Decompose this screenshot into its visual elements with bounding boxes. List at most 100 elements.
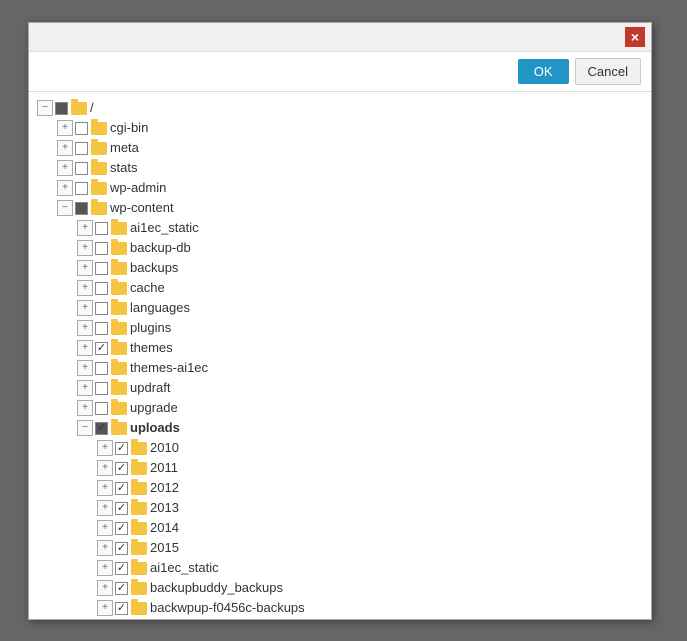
expander-languages[interactable] — [77, 300, 93, 316]
expander-ai1ec_static[interactable] — [77, 220, 93, 236]
folder-icon-root — [71, 102, 87, 115]
tree-row-cgi-bin[interactable]: cgi-bin — [33, 118, 647, 138]
label-wp-content: wp-content — [110, 199, 174, 217]
label-cgi-bin: cgi-bin — [110, 119, 148, 137]
checkbox-uploads[interactable] — [95, 422, 108, 435]
expander-2012[interactable] — [97, 480, 113, 496]
checkbox-wp-content[interactable] — [75, 202, 88, 215]
label-cache: cache — [130, 279, 165, 297]
label-stats: stats — [110, 159, 137, 177]
checkbox-stats[interactable] — [75, 162, 88, 175]
tree-row-wp-admin[interactable]: wp-admin — [33, 178, 647, 198]
tree-row-updraft[interactable]: updraft — [33, 378, 647, 398]
expander-meta[interactable] — [57, 140, 73, 156]
expander-2013[interactable] — [97, 500, 113, 516]
tree-row-2014[interactable]: 2014 — [33, 518, 647, 538]
expander-backups[interactable] — [77, 260, 93, 276]
checkbox-cache[interactable] — [95, 282, 108, 295]
label-plugins: plugins — [130, 319, 171, 337]
tree-row-2011[interactable]: 2011 — [33, 458, 647, 478]
checkbox-backup-db[interactable] — [95, 242, 108, 255]
checkbox-upgrade[interactable] — [95, 402, 108, 415]
expander-backwpup-f0456c-backups[interactable] — [97, 600, 113, 616]
tree-row-2013[interactable]: 2013 — [33, 498, 647, 518]
checkbox-ai1ec_static[interactable] — [95, 222, 108, 235]
tree-row-backup-db[interactable]: backup-db — [33, 238, 647, 258]
tree-row-stats[interactable]: stats — [33, 158, 647, 178]
checkbox-cgi-bin[interactable] — [75, 122, 88, 135]
checkbox-2012[interactable] — [115, 482, 128, 495]
checkbox-meta[interactable] — [75, 142, 88, 155]
expander-themes[interactable] — [77, 340, 93, 356]
expander-wp-content[interactable] — [57, 200, 73, 216]
label-2013: 2013 — [150, 499, 179, 517]
tree-row-backups[interactable]: backups — [33, 258, 647, 278]
folder-icon-cgi-bin — [91, 122, 107, 135]
expander-2011[interactable] — [97, 460, 113, 476]
checkbox-plugins[interactable] — [95, 322, 108, 335]
folder-icon-backupbuddy_backups — [131, 582, 147, 595]
folder-icon-uploads — [111, 422, 127, 435]
checkbox-backupbuddy_backups[interactable] — [115, 582, 128, 595]
checkbox-backwpup-f0456c-backups[interactable] — [115, 602, 128, 615]
label-ai1ec_static2: ai1ec_static — [150, 559, 219, 577]
folder-icon-2010 — [131, 442, 147, 455]
checkbox-2015[interactable] — [115, 542, 128, 555]
ok-button[interactable]: OK — [518, 59, 569, 84]
expander-2014[interactable] — [97, 520, 113, 536]
dialog-toolbar: OK Cancel — [29, 52, 651, 92]
tree-row-uploads[interactable]: uploads — [33, 418, 647, 438]
label-backups: backups — [130, 259, 178, 277]
expander-backup-db[interactable] — [77, 240, 93, 256]
checkbox-backups[interactable] — [95, 262, 108, 275]
expander-stats[interactable] — [57, 160, 73, 176]
expander-themes-ai1ec[interactable] — [77, 360, 93, 376]
expander-2010[interactable] — [97, 440, 113, 456]
tree-row-backwpup-f0456c-logs[interactable]: backwpup-f0456c-logs — [33, 618, 647, 619]
tree-row-themes-ai1ec[interactable]: themes-ai1ec — [33, 358, 647, 378]
checkbox-wp-admin[interactable] — [75, 182, 88, 195]
expander-cache[interactable] — [77, 280, 93, 296]
tree-row-cache[interactable]: cache — [33, 278, 647, 298]
tree-row-meta[interactable]: meta — [33, 138, 647, 158]
folder-icon-cache — [111, 282, 127, 295]
checkbox-themes[interactable] — [95, 342, 108, 355]
checkbox-2013[interactable] — [115, 502, 128, 515]
checkbox-2011[interactable] — [115, 462, 128, 475]
folder-icon-themes-ai1ec — [111, 362, 127, 375]
tree-row-ai1ec_static2[interactable]: ai1ec_static — [33, 558, 647, 578]
cancel-button[interactable]: Cancel — [575, 58, 641, 85]
label-2015: 2015 — [150, 539, 179, 557]
expander-plugins[interactable] — [77, 320, 93, 336]
checkbox-2010[interactable] — [115, 442, 128, 455]
expander-backupbuddy_backups[interactable] — [97, 580, 113, 596]
checkbox-languages[interactable] — [95, 302, 108, 315]
checkbox-themes-ai1ec[interactable] — [95, 362, 108, 375]
expander-uploads[interactable] — [77, 420, 93, 436]
tree-row-backwpup-f0456c-backups[interactable]: backwpup-f0456c-backups — [33, 598, 647, 618]
tree-row-2012[interactable]: 2012 — [33, 478, 647, 498]
expander-2015[interactable] — [97, 540, 113, 556]
checkbox-root[interactable] — [55, 102, 68, 115]
expander-ai1ec_static2[interactable] — [97, 560, 113, 576]
tree-row-ai1ec_static[interactable]: ai1ec_static — [33, 218, 647, 238]
expander-cgi-bin[interactable] — [57, 120, 73, 136]
tree-row-2015[interactable]: 2015 — [33, 538, 647, 558]
tree-row-wp-content[interactable]: wp-content — [33, 198, 647, 218]
tree-row-upgrade[interactable]: upgrade — [33, 398, 647, 418]
tree-row-themes[interactable]: themes — [33, 338, 647, 358]
checkbox-2014[interactable] — [115, 522, 128, 535]
expander-updraft[interactable] — [77, 380, 93, 396]
expander-wp-admin[interactable] — [57, 180, 73, 196]
checkbox-ai1ec_static2[interactable] — [115, 562, 128, 575]
folder-icon-updraft — [111, 382, 127, 395]
tree-row-root[interactable]: / — [33, 98, 647, 118]
close-button[interactable]: × — [625, 27, 645, 47]
tree-row-languages[interactable]: languages — [33, 298, 647, 318]
tree-row-plugins[interactable]: plugins — [33, 318, 647, 338]
tree-row-2010[interactable]: 2010 — [33, 438, 647, 458]
expander-root[interactable] — [37, 100, 53, 116]
tree-row-backupbuddy_backups[interactable]: backupbuddy_backups — [33, 578, 647, 598]
checkbox-updraft[interactable] — [95, 382, 108, 395]
expander-upgrade[interactable] — [77, 400, 93, 416]
